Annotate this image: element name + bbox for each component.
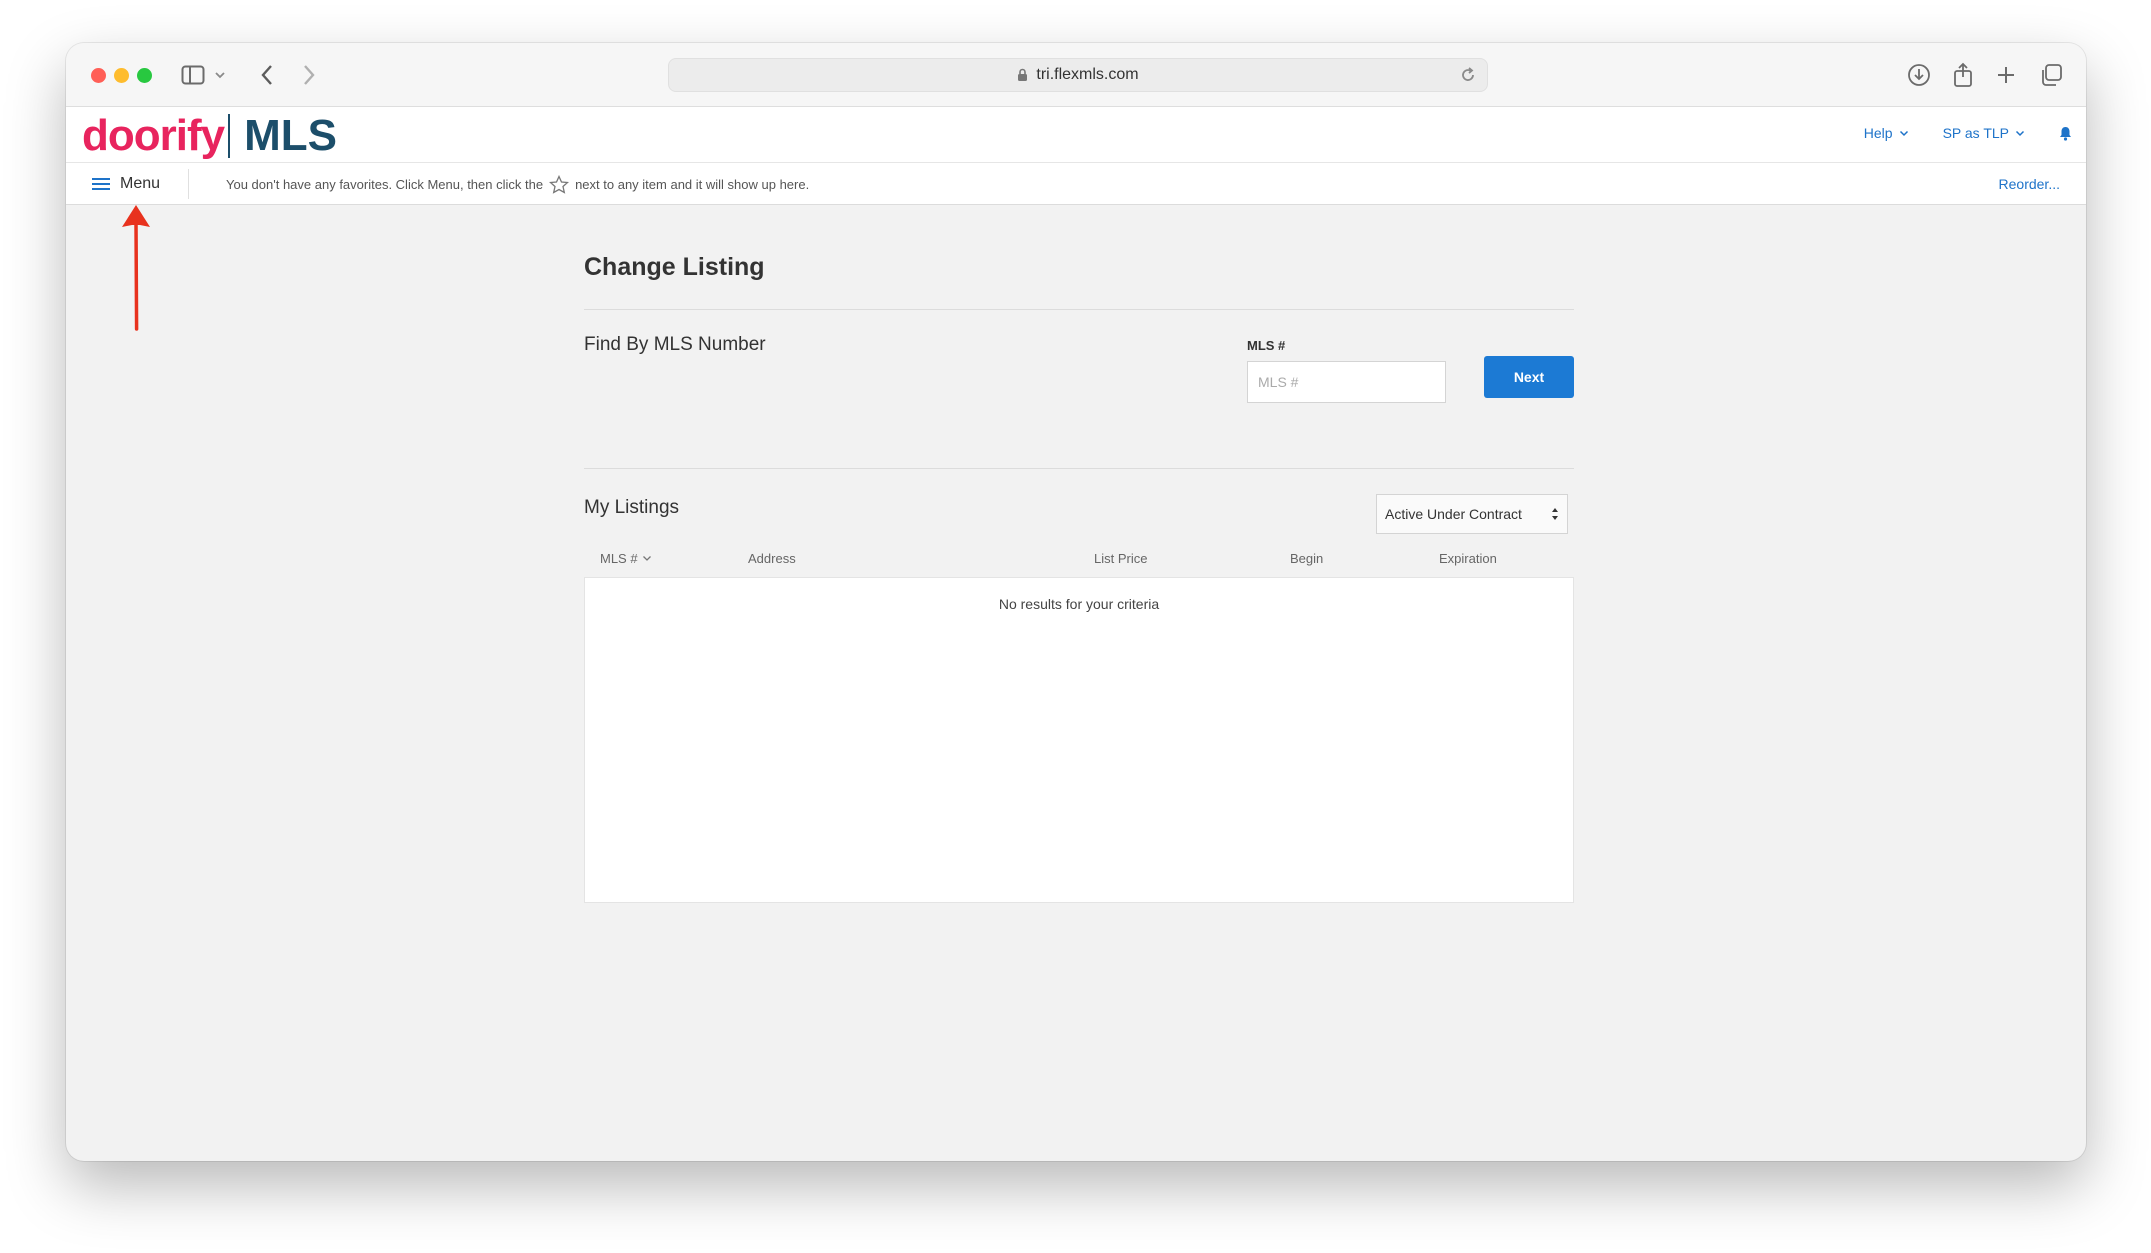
logo-secondary-text: MLS [244,111,337,160]
column-header-begin[interactable]: Begin [1290,551,1323,566]
favorites-empty-message: You don't have any favorites. Click Menu… [226,163,809,205]
column-header-expiration[interactable]: Expiration [1439,551,1497,566]
user-menu[interactable]: SP as TLP [1943,125,2025,141]
star-icon [549,174,570,194]
column-header-label: Address [748,551,796,566]
select-arrows-icon [1552,508,1558,520]
notifications-button[interactable] [2059,126,2072,141]
help-menu[interactable]: Help [1864,125,1909,141]
chevron-down-icon [1899,130,1908,136]
menu-label: Menu [120,175,161,192]
logo-primary-text: doorify [82,111,225,160]
mls-number-label: MLS # [1247,338,1286,353]
forward-arrow-icon[interactable] [294,60,324,90]
help-label: Help [1863,125,1893,141]
maximize-window-button[interactable] [137,68,152,83]
my-listings-heading: My Listings [584,497,680,518]
address-bar[interactable]: tri.flexmls.com [668,58,1488,92]
user-label: SP as TLP [1942,125,2009,141]
annotation-arrow-icon [122,205,150,331]
listing-status-select[interactable]: Active Under Contract [1376,494,1568,534]
bell-icon [2060,126,2071,141]
app-header: doorify MLS Help SP as TLP [66,107,2086,163]
favorites-bar: Menu You don't have any favorites. Click… [66,163,2086,205]
favorites-message-after: next to any item and it will show up her… [575,176,810,192]
browser-window: tri.flexmls.com doorify MLS Help SP as T… [66,43,2086,1161]
column-header-label: List Price [1094,551,1148,566]
menu-button[interactable]: Menu [92,163,160,205]
close-window-button[interactable] [91,68,106,83]
column-header-list-price[interactable]: List Price [1094,551,1147,566]
tab-overview-icon[interactable] [2036,60,2066,90]
listings-table-header: MLS # Address List Price Begin Expiratio… [584,545,1574,573]
column-header-label: Begin [1290,551,1324,566]
download-icon[interactable] [1904,60,1934,90]
column-header-label: MLS # [600,551,638,566]
favorites-message-before: You don't have any favorites. Click Menu… [226,176,544,192]
sort-chevron-down-icon [642,556,651,561]
lock-icon [1017,68,1028,82]
divider [584,468,1574,469]
header-nav: Help SP as TLP [1864,125,2072,141]
reload-icon[interactable] [1459,66,1477,89]
no-results-message: No results for your criteria [998,596,1160,612]
sidebar-toggle-icon[interactable] [178,60,208,90]
browser-toolbar: tri.flexmls.com [66,43,2086,107]
listing-status-value: Active Under Contract [1385,506,1522,522]
reorder-link[interactable]: Reorder... [1999,163,2060,205]
back-arrow-icon[interactable] [252,60,282,90]
column-header-label: Expiration [1439,551,1497,566]
logo-door-icon [228,114,234,158]
chevron-down-icon[interactable] [212,60,228,90]
url-text: tri.flexmls.com [1036,66,1139,83]
find-by-mls-heading: Find By MLS Number [584,334,766,355]
share-icon[interactable] [1948,60,1978,90]
page-title: Change Listing [584,253,765,281]
next-button[interactable]: Next [1484,356,1574,398]
divider [188,169,189,199]
column-header-mls[interactable]: MLS # [600,551,652,566]
minimize-window-button[interactable] [114,68,129,83]
new-tab-icon[interactable] [1991,60,2021,90]
divider [584,309,1574,310]
column-header-address[interactable]: Address [748,551,796,566]
doorify-mls-logo[interactable]: doorify MLS [82,113,337,159]
mls-number-input[interactable] [1247,361,1446,403]
hamburger-icon [92,178,110,190]
chevron-down-icon [2015,130,2025,136]
listings-table-body: No results for your criteria [584,577,1574,903]
